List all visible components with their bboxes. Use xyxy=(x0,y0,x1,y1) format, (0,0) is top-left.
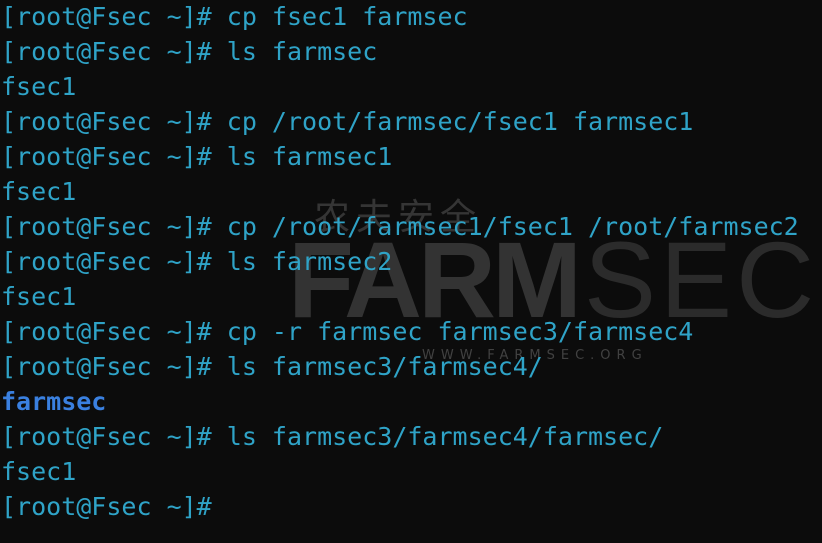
command-text: [root@Fsec ~]# ls farmsec xyxy=(1,37,378,66)
terminal-command-line: [root@Fsec ~]# cp /root/farmsec/fsec1 fa… xyxy=(0,105,822,140)
terminal-command-line: [root@Fsec ~]# ls farmsec2 xyxy=(0,245,822,280)
output-text: fsec1 xyxy=(1,72,77,101)
terminal-command-line: [root@Fsec ~]# ls farmsec1 xyxy=(0,140,822,175)
terminal-command-line: [root@Fsec ~]# ls farmsec3/farmsec4/ xyxy=(0,350,822,385)
terminal-command-line: [root@Fsec ~]# ls farmsec xyxy=(0,35,822,70)
command-text: [root@Fsec ~]# ls farmsec3/farmsec4/farm… xyxy=(1,422,664,451)
terminal-command-line: [root@Fsec ~]# cp -r farmsec farmsec3/fa… xyxy=(0,315,822,350)
terminal-prompt-line[interactable]: [root@Fsec ~]# xyxy=(0,490,822,525)
output-text: fsec1 xyxy=(1,282,77,311)
command-text: [root@Fsec ~]# cp /root/farmsec/fsec1 fa… xyxy=(1,107,694,136)
command-text: [root@Fsec ~]# ls farmsec3/farmsec4/ xyxy=(1,352,543,381)
terminal-command-line: [root@Fsec ~]# cp /root/farmsec1/fsec1 /… xyxy=(0,210,822,245)
directory-name: farmsec xyxy=(1,387,107,416)
command-text: [root@Fsec ~]# cp -r farmsec farmsec3/fa… xyxy=(1,317,694,346)
terminal-output-line: fsec1 xyxy=(0,70,822,105)
output-text: fsec1 xyxy=(1,457,77,486)
command-text: [root@Fsec ~]# ls farmsec2 xyxy=(1,247,393,276)
terminal-output-line: fsec1 xyxy=(0,175,822,210)
terminal-output-line: farmsec xyxy=(0,385,822,420)
terminal-output-line: fsec1 xyxy=(0,455,822,490)
command-text: [root@Fsec ~]# cp /root/farmsec1/fsec1 /… xyxy=(1,212,799,241)
terminal-command-line: [root@Fsec ~]# cp fsec1 farmsec xyxy=(0,0,822,35)
command-text: [root@Fsec ~]# ls farmsec1 xyxy=(1,142,393,171)
terminal-command-line: [root@Fsec ~]# ls farmsec3/farmsec4/farm… xyxy=(0,420,822,455)
terminal-window[interactable]: 农夫安全 FARM SEC WWW.FARMSEC.ORG [root@Fsec… xyxy=(0,0,822,543)
output-text: fsec1 xyxy=(1,177,77,206)
terminal-output-line: fsec1 xyxy=(0,280,822,315)
prompt-text: [root@Fsec ~]# xyxy=(1,492,212,521)
terminal-output: [root@Fsec ~]# cp fsec1 farmsec [root@Fse… xyxy=(0,0,822,525)
command-text: [root@Fsec ~]# cp fsec1 farmsec xyxy=(1,2,468,31)
